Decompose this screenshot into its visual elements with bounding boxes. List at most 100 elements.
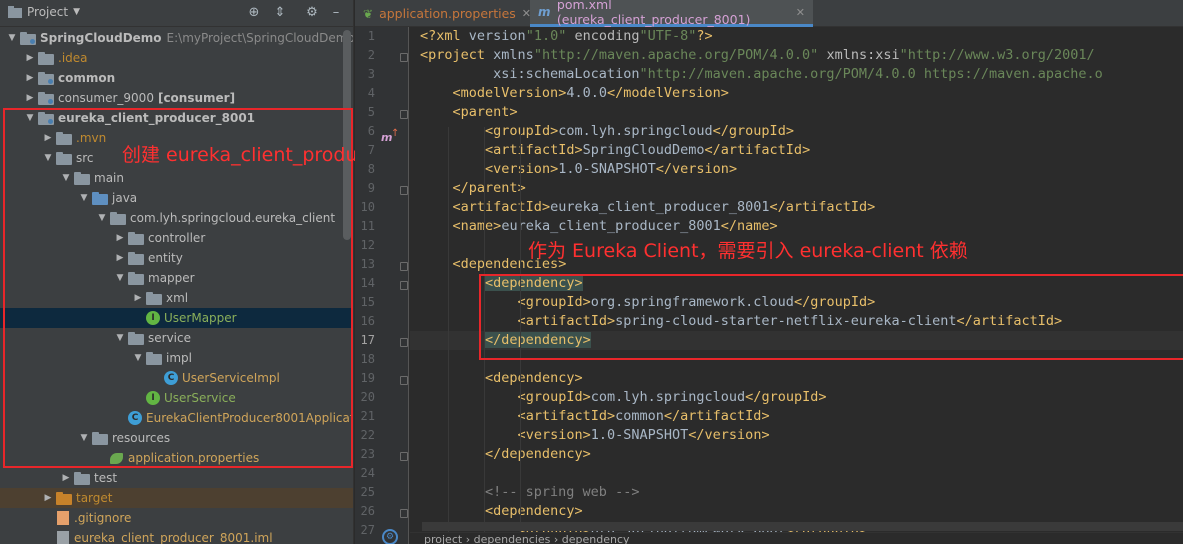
tree-label: impl <box>166 351 192 365</box>
line-number: 7 <box>367 143 375 157</box>
collapse-arrow-icon[interactable]: ▶ <box>24 73 36 83</box>
close-icon[interactable]: ✕ <box>796 6 805 19</box>
code-line[interactable]: <?xml version"1.0" encoding"UTF-8"?> <box>420 27 713 46</box>
expand-arrow-icon[interactable]: ▼ <box>6 33 18 43</box>
code-line[interactable]: xsi:schemaLocation"http://maven.apache.o… <box>420 65 1103 84</box>
line-number: 15 <box>360 295 375 309</box>
project-view-selector[interactable]: Project ▼ <box>8 5 80 19</box>
tree-item-java[interactable]: ▼ java <box>0 188 353 208</box>
tree-label: main <box>94 171 124 185</box>
code-line[interactable]: <dependency> <box>420 502 583 521</box>
code-line[interactable]: <version>1.0-SNAPSHOT</version> <box>420 160 737 179</box>
collapse-arrow-icon[interactable]: ▶ <box>24 93 36 103</box>
collapse-arrow-icon[interactable]: ▶ <box>132 293 144 303</box>
tree-label: common <box>58 71 116 85</box>
code-line[interactable]: <dependency> <box>420 369 583 388</box>
fold-marker-icon[interactable] <box>400 452 408 461</box>
collapse-arrow-icon[interactable]: ▶ <box>24 53 36 63</box>
line-number: 11 <box>360 219 375 233</box>
collapse-arrow-icon[interactable]: ▶ <box>42 133 54 143</box>
code-line[interactable]: <artifactId>spring-cloud-starter-netflix… <box>420 312 1063 331</box>
tree-item-package[interactable]: ▼ com.lyh.springcloud.eureka_client <box>0 208 353 228</box>
expand-arrow-icon[interactable]: ▼ <box>24 113 36 123</box>
fold-marker-icon[interactable] <box>400 509 408 518</box>
expand-arrow-icon[interactable]: ▼ <box>114 273 126 283</box>
navigate-up-arrow-icon[interactable]: ↑ <box>391 128 399 139</box>
collapse-arrow-icon[interactable]: ▶ <box>114 233 126 243</box>
tree-item-service[interactable]: ▼ service <box>0 328 353 348</box>
project-scrollbar[interactable] <box>343 30 351 240</box>
expand-arrow-icon[interactable]: ▼ <box>78 193 90 203</box>
tree-item-main[interactable]: ▼ main <box>0 168 353 188</box>
expand-arrow-icon[interactable]: ▼ <box>60 173 72 183</box>
tree-item-springclouddemo[interactable]: ▼ SpringCloudDemo E:\myProject\SpringClo… <box>0 28 353 48</box>
fold-marker-icon[interactable] <box>400 376 408 385</box>
tree-item-xml[interactable]: ▶ xml <box>0 288 353 308</box>
tree-item-resources[interactable]: ▼ resources <box>0 428 353 448</box>
code-line[interactable]: <parent> <box>420 103 518 122</box>
tree-item-common[interactable]: ▶ common <box>0 68 353 88</box>
tree-item-iml[interactable]: eureka_client_producer_8001.iml <box>0 528 353 544</box>
code-line[interactable]: <artifactId>eureka_client_producer_8001<… <box>420 198 876 217</box>
code-line[interactable]: <artifactId>common</artifactId> <box>420 407 770 426</box>
code-line[interactable]: <groupId>com.lyh.springcloud</groupId> <box>420 122 794 141</box>
fold-marker-icon[interactable] <box>400 262 408 271</box>
tree-item-impl[interactable]: ▼ impl <box>0 348 353 368</box>
fold-marker-icon[interactable] <box>400 110 408 119</box>
horizontal-scrollbar[interactable] <box>422 522 1183 531</box>
tree-item-gitignore[interactable]: .gitignore <box>0 508 353 528</box>
fold-marker-icon[interactable] <box>400 53 408 62</box>
hide-icon[interactable]: – <box>328 5 344 21</box>
tab-pom-xml[interactable]: m pom.xml (eureka_client_producer_8001) … <box>530 0 813 27</box>
expand-arrow-icon[interactable]: ▼ <box>132 353 144 363</box>
code-line[interactable]: <dependency> <box>420 274 583 293</box>
expand-arrow-icon[interactable]: ▼ <box>96 213 108 223</box>
breadcrumb-item[interactable]: dependency <box>562 533 630 544</box>
tree-item-entity[interactable]: ▶ entity <box>0 248 353 268</box>
run-gutter-icon[interactable]: ⚙ <box>382 529 398 544</box>
code-line[interactable]: <name>eureka_client_producer_8001</name> <box>420 217 778 236</box>
breadcrumb-item[interactable]: project <box>424 533 462 544</box>
expand-arrow-icon[interactable]: ▼ <box>114 333 126 343</box>
tree-item-idea[interactable]: ▶ .idea <box>0 48 353 68</box>
collapse-arrow-icon[interactable]: ▶ <box>60 473 72 483</box>
code-line[interactable]: <!-- spring web --> <box>420 483 639 502</box>
expand-arrow-icon[interactable]: ▼ <box>42 153 54 163</box>
fold-marker-icon[interactable] <box>400 338 408 347</box>
code-line[interactable]: </dependency> <box>410 331 1183 350</box>
locate-icon[interactable]: ⊕ <box>246 5 262 21</box>
code-line[interactable]: </dependency> <box>420 445 591 464</box>
fold-marker-icon[interactable] <box>400 186 408 195</box>
breadcrumb-item[interactable]: dependencies <box>474 533 551 544</box>
line-number: 25 <box>360 485 375 499</box>
tree-item-usermapper[interactable]: I UserMapper <box>0 308 353 328</box>
tree-item-controller[interactable]: ▶ controller <box>0 228 353 248</box>
tree-item-application-class[interactable]: C EurekaClientProducer8001Applicati <box>0 408 353 428</box>
code-editor[interactable]: <?xml version"1.0" encoding"UTF-8"?> <pro… <box>410 27 1183 544</box>
gear-icon[interactable]: ⚙ <box>304 5 320 21</box>
tree-item-userservice[interactable]: I UserService <box>0 388 353 408</box>
expand-arrow-icon[interactable]: ▼ <box>78 433 90 443</box>
code-line[interactable]: </parent> <box>420 179 526 198</box>
tree-item-target[interactable]: ▶ target <box>0 488 353 508</box>
tree-item-eureka-client-producer-8001[interactable]: ▼ eureka_client_producer_8001 <box>0 108 353 128</box>
project-toolbar: Project ▼ ⊕ ⇕ ⚙ – <box>0 0 353 27</box>
code-line[interactable]: <version>1.0-SNAPSHOT</version> <box>420 426 770 445</box>
tree-item-consumer-9000[interactable]: ▶ consumer_9000 [consumer] <box>0 88 353 108</box>
tree-item-userserviceimpl[interactable]: C UserServiceImpl <box>0 368 353 388</box>
spring-boot-class-icon: C <box>128 411 142 425</box>
tab-application-properties[interactable]: ❦ application.properties ✕ <box>355 0 531 27</box>
collapse-arrow-icon[interactable]: ▶ <box>42 493 54 503</box>
tree-item-application-properties[interactable]: application.properties <box>0 448 353 468</box>
code-line[interactable]: <artifactId>SpringCloudDemo</artifactId> <box>420 141 810 160</box>
fold-marker-icon[interactable] <box>400 281 408 290</box>
code-line[interactable]: <groupId>com.lyh.springcloud</groupId> <box>420 388 827 407</box>
tree-item-mapper[interactable]: ▼ mapper <box>0 268 353 288</box>
tree-label: com.lyh.springcloud.eureka_client <box>130 211 336 225</box>
code-line[interactable]: <groupId>org.springframework.cloud</grou… <box>420 293 876 312</box>
tree-item-test[interactable]: ▶ test <box>0 468 353 488</box>
code-line[interactable]: <project xmlns"http://maven.apache.org/P… <box>420 46 1095 65</box>
collapse-arrow-icon[interactable]: ▶ <box>114 253 126 263</box>
collapse-all-icon[interactable]: ⇕ <box>272 5 288 21</box>
code-line[interactable]: <modelVersion>4.0.0</modelVersion> <box>420 84 729 103</box>
